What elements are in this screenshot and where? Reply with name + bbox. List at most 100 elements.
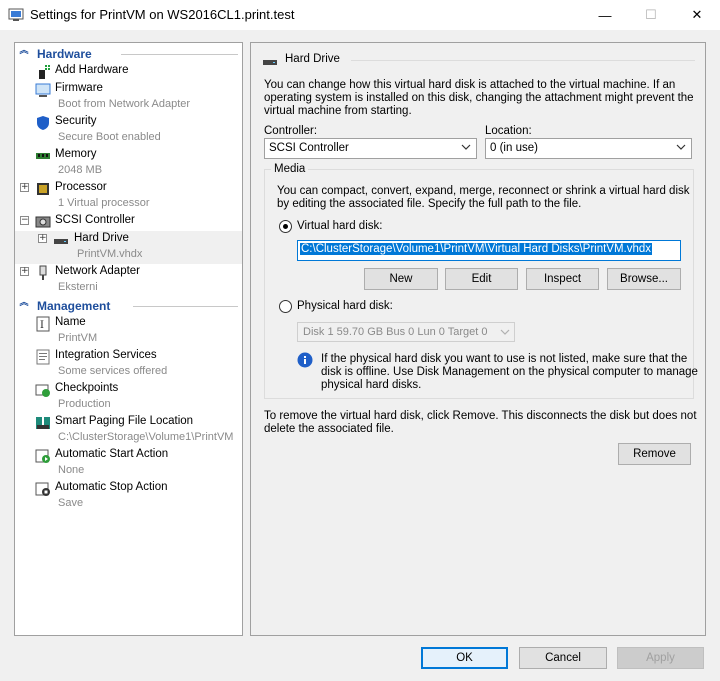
sidebar-item-label: Memory — [55, 148, 97, 160]
svg-text:I: I — [40, 320, 44, 331]
cancel-button[interactable]: Cancel — [519, 647, 607, 669]
vhd-path-input[interactable]: C:\ClusterStorage\Volume1\PrintVM\Virtua… — [297, 240, 681, 261]
management-header-label: Management — [37, 299, 111, 313]
sidebar-item-add-hardware[interactable]: Add Hardware — [15, 63, 242, 81]
sidebar-item-detail: Production — [58, 398, 111, 410]
remove-desc-line-1: To remove the virtual hard disk, click R… — [264, 410, 697, 422]
media-desc-line-2: by editing the associated file. Specify … — [277, 198, 582, 210]
virtual-hard-disk-label: Virtual hard disk: — [297, 220, 383, 232]
ok-button[interactable]: OK — [421, 647, 508, 669]
edit-button[interactable]: Edit — [445, 268, 518, 290]
processor-icon — [37, 183, 49, 195]
hard-drive-settings-panel: Hard Drive You can change how this virtu… — [250, 42, 706, 636]
sidebar-item-security[interactable]: Security Secure Boot enabled — [15, 114, 242, 147]
scsi-controller-icon — [35, 216, 51, 228]
sidebar-item-detail: Boot from Network Adapter — [58, 98, 191, 110]
add-hardware-icon — [39, 64, 51, 79]
sidebar-item-checkpoints[interactable]: Checkpoints Production — [15, 381, 242, 414]
sidebar-item-automatic-start-action[interactable]: Automatic Start Action None — [15, 447, 242, 480]
sidebar-item-processor[interactable]: + Processor 1 Virtual processor — [15, 180, 242, 213]
intro-line-3: virtual machine from starting. — [264, 105, 412, 117]
media-legend: Media — [271, 163, 309, 175]
new-button[interactable]: New — [364, 268, 438, 290]
minimize-icon: — — [598, 7, 612, 23]
sidebar-item-detail: Some services offered — [58, 365, 168, 377]
sidebar-item-detail: Save — [58, 497, 84, 509]
maximize-icon: ☐ — [645, 7, 657, 22]
integration-services-icon — [36, 349, 50, 365]
sidebar-item-label: Checkpoints — [55, 382, 119, 394]
sidebar-item-label: Network Adapter — [55, 265, 141, 277]
inspect-button[interactable]: Inspect — [526, 268, 599, 290]
title-bar: Settings for PrintVM on WS2016CL1.print.… — [0, 0, 720, 30]
sidebar-item-detail: 1 Virtual processor — [58, 197, 150, 209]
close-button[interactable]: ✕ — [674, 0, 720, 30]
maximize-button[interactable]: ☐ — [628, 0, 674, 30]
sidebar-item-label: Hard Drive — [74, 232, 129, 244]
sidebar-item-label: Processor — [55, 181, 107, 193]
physical-hard-disk-label: Physical hard disk: — [297, 300, 393, 312]
sidebar-item-network-adapter[interactable]: + Network Adapter Eksterni — [15, 264, 242, 297]
auto-start-icon — [35, 449, 50, 463]
chevron-down-icon — [500, 329, 510, 335]
sidebar-item-label: Firmware — [55, 82, 103, 94]
sidebar-item-label: Integration Services — [55, 349, 157, 361]
sidebar-item-smart-paging[interactable]: Smart Paging File Location C:\ClusterSto… — [15, 414, 242, 447]
divider — [351, 60, 695, 61]
sidebar-item-label: Smart Paging File Location — [55, 415, 194, 427]
browse-button[interactable]: Browse... — [607, 268, 681, 290]
remove-button[interactable]: Remove — [618, 443, 691, 465]
location-label: Location: — [485, 125, 532, 137]
info-line-2: disk is offline. Use Disk Management on … — [321, 366, 698, 378]
info-icon — [297, 352, 313, 368]
expand-icon[interactable]: + — [38, 234, 47, 243]
info-line-3: physical hard disks. — [321, 379, 422, 391]
vhd-path-text: C:\ClusterStorage\Volume1\PrintVM\Virtua… — [300, 243, 653, 255]
divider — [133, 306, 238, 307]
sidebar-item-label: Name — [55, 316, 86, 328]
close-icon: ✕ — [691, 7, 703, 22]
name-icon: I — [36, 316, 50, 332]
network-adapter-icon — [39, 265, 47, 280]
management-section-header[interactable]: ︽ Management — [15, 298, 242, 314]
hard-drive-icon — [54, 239, 68, 244]
physical-hard-disk-radio[interactable] — [279, 300, 292, 313]
sidebar-item-detail: None — [58, 464, 85, 476]
media-desc-line-1: You can compact, convert, expand, merge,… — [277, 185, 690, 197]
controller-label: Controller: — [264, 125, 318, 137]
sidebar-item-detail: C:\ClusterStorage\Volume1\PrintVM — [58, 431, 234, 443]
sidebar-item-label: SCSI Controller — [55, 214, 135, 226]
controller-select[interactable]: SCSI Controller — [264, 138, 477, 159]
sidebar-item-memory[interactable]: Memory 2048 MB — [15, 147, 242, 180]
sidebar-item-automatic-stop-action[interactable]: Automatic Stop Action Save — [15, 480, 242, 513]
collapse-icon[interactable]: − — [20, 216, 29, 225]
expand-icon[interactable]: + — [20, 183, 29, 192]
controller-value: SCSI Controller — [269, 142, 349, 154]
panel-title: Hard Drive — [285, 53, 340, 65]
collapse-chevron-icon: ︽ — [19, 297, 29, 307]
chevron-down-icon — [461, 144, 471, 150]
sidebar-item-detail: Eksterni — [58, 281, 98, 293]
physical-disk-select[interactable]: Disk 1 59.70 GB Bus 0 Lun 0 Target 0 — [297, 322, 515, 342]
expand-icon[interactable]: + — [20, 267, 29, 276]
auto-stop-icon — [35, 482, 50, 496]
sidebar-item-scsi-controller[interactable]: − SCSI Controller — [15, 213, 242, 231]
sidebar-item-label: Add Hardware — [55, 64, 129, 76]
sidebar-item-label: Automatic Start Action — [55, 448, 169, 460]
divider — [121, 54, 238, 55]
virtual-hard-disk-radio[interactable] — [279, 220, 292, 233]
security-shield-icon — [37, 116, 49, 130]
sidebar-item-integration-services[interactable]: Integration Services Some services offer… — [15, 348, 242, 381]
sidebar-item-firmware[interactable]: Firmware Boot from Network Adapter — [15, 81, 242, 114]
hardware-header-label: Hardware — [37, 47, 92, 61]
hardware-section-header[interactable]: ︽ Hardware — [15, 46, 242, 62]
apply-button[interactable]: Apply — [617, 647, 704, 669]
smart-paging-icon — [36, 417, 50, 429]
sidebar-item-hard-drive[interactable]: + Hard Drive PrintVM.vhdx — [15, 231, 242, 264]
sidebar-item-name[interactable]: I Name PrintVM — [15, 315, 242, 348]
minimize-button[interactable]: — — [582, 0, 628, 30]
collapse-chevron-icon: ︽ — [19, 45, 29, 55]
location-select[interactable]: 0 (in use) — [485, 138, 692, 159]
sidebar-item-detail: Secure Boot enabled — [58, 131, 161, 143]
settings-tree[interactable]: ︽ Hardware Add Hardware Firmware Boot fr… — [14, 42, 243, 636]
